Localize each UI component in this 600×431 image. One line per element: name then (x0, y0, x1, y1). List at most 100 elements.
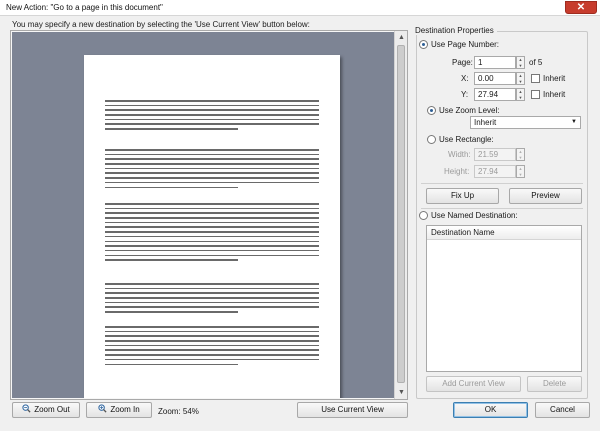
text-line (105, 297, 319, 299)
text-line (105, 245, 319, 247)
text-line (105, 118, 319, 121)
y-inherit-checkbox[interactable] (531, 90, 540, 99)
height-stepper[interactable]: ▲ ▼ (516, 165, 525, 178)
scroll-down-icon[interactable]: ▼ (395, 386, 408, 399)
ok-button[interactable]: OK (453, 402, 528, 418)
text-line (105, 306, 319, 308)
zoom-level-select[interactable]: Inherit ▼ (470, 116, 581, 129)
chevron-down-icon: ▼ (571, 119, 577, 125)
text-line (105, 114, 319, 116)
text-line (105, 349, 319, 351)
fix-up-button[interactable]: Fix Up (426, 188, 499, 204)
text-line (105, 104, 319, 107)
scroll-thumb[interactable] (397, 45, 405, 383)
text-line (105, 330, 319, 333)
destination-list[interactable]: Destination Name (426, 225, 582, 372)
x-label: X: (461, 74, 469, 83)
paragraph-block (105, 149, 319, 191)
instruction-text: You may specify a new destination by sel… (12, 20, 310, 29)
preview-button[interactable]: Preview (509, 188, 582, 204)
zoom-in-label: Zoom In (110, 405, 140, 414)
zoom-in-button[interactable]: Zoom In (86, 402, 152, 418)
use-rectangle-label: Use Rectangle: (439, 135, 494, 144)
text-line (105, 177, 319, 179)
text-line (105, 153, 319, 156)
text-line (105, 231, 319, 233)
text-line (105, 128, 238, 130)
text-line (105, 363, 238, 365)
use-current-view-button[interactable]: Use Current View (297, 402, 408, 418)
paragraph-block (105, 283, 319, 316)
text-line (105, 226, 319, 228)
close-icon[interactable]: ✕ (565, 1, 597, 14)
x-inherit-checkbox[interactable] (531, 74, 540, 83)
x-inherit-label: Inherit (543, 74, 566, 83)
destination-name-column-header[interactable]: Destination Name (427, 226, 581, 240)
text-line (105, 358, 319, 361)
width-field[interactable]: 21.59 (474, 148, 516, 161)
cancel-button[interactable]: Cancel (535, 402, 590, 418)
y-stepper[interactable]: ▲ ▼ (516, 88, 525, 101)
zoom-level-value: Inherit (474, 118, 497, 127)
use-zoom-level-label: Use Zoom Level: (439, 106, 500, 115)
paragraph-block (105, 100, 319, 133)
y-field[interactable]: 27.94 (474, 88, 516, 101)
text-line (105, 158, 319, 160)
text-line (105, 221, 319, 224)
window-title: New Action: "Go to a page in this docume… (6, 3, 163, 12)
destination-properties-title: Destination Properties (412, 26, 497, 35)
text-line (105, 203, 319, 205)
x-field[interactable]: 0.00 (474, 72, 516, 85)
page-number-field[interactable]: 1 (474, 56, 516, 69)
use-zoom-level-radio[interactable] (427, 106, 436, 115)
y-inherit-label: Inherit (543, 90, 566, 99)
text-line (105, 217, 319, 219)
text-line (105, 254, 319, 257)
page-stepper[interactable]: ▲ ▼ (516, 56, 525, 69)
divider (421, 183, 583, 184)
text-line (105, 207, 319, 210)
text-line (105, 259, 238, 261)
height-label: Height: (444, 167, 470, 176)
use-rectangle-radio[interactable] (427, 135, 436, 144)
text-line (105, 181, 319, 184)
text-line (105, 326, 319, 328)
scroll-up-icon[interactable]: ▲ (395, 31, 408, 44)
text-line (105, 172, 319, 174)
x-stepper[interactable]: ▲ ▼ (516, 72, 525, 85)
page-count-text: of 5 (529, 58, 543, 67)
text-line (105, 283, 319, 285)
width-label: Width: (448, 150, 471, 159)
text-line (105, 292, 319, 294)
height-field[interactable]: 27.94 (474, 165, 516, 178)
y-label: Y: (461, 90, 469, 99)
width-stepper[interactable]: ▲ ▼ (516, 148, 525, 161)
use-named-destination-radio[interactable] (419, 211, 428, 220)
use-page-number-radio[interactable] (419, 40, 428, 49)
text-line (105, 212, 319, 214)
text-line (105, 167, 319, 170)
paragraph-block (105, 203, 319, 264)
paragraph-block (105, 326, 319, 368)
text-line (105, 186, 238, 188)
text-line (105, 100, 319, 102)
zoom-out-button[interactable]: Zoom Out (12, 402, 80, 418)
preview-scrollbar[interactable]: ▲ ▼ (394, 31, 407, 399)
zoom-level-text: Zoom: 54% (158, 407, 199, 416)
text-line (105, 163, 319, 165)
text-line (105, 344, 319, 347)
add-current-view-button[interactable]: Add Current View (426, 376, 521, 392)
delete-button[interactable]: Delete (527, 376, 582, 392)
title-bar: New Action: "Go to a page in this docume… (0, 0, 600, 16)
text-line (105, 340, 319, 342)
preview-area[interactable] (12, 32, 394, 398)
text-line (105, 354, 319, 356)
zoom-in-icon (98, 404, 107, 418)
page-label: Page: (452, 58, 473, 67)
text-line (105, 249, 319, 252)
text-line (105, 311, 238, 313)
text-line (105, 123, 319, 125)
text-line (105, 109, 319, 111)
preview-panel: ▲ ▼ (10, 30, 408, 400)
use-page-number-label: Use Page Number: (431, 40, 500, 49)
